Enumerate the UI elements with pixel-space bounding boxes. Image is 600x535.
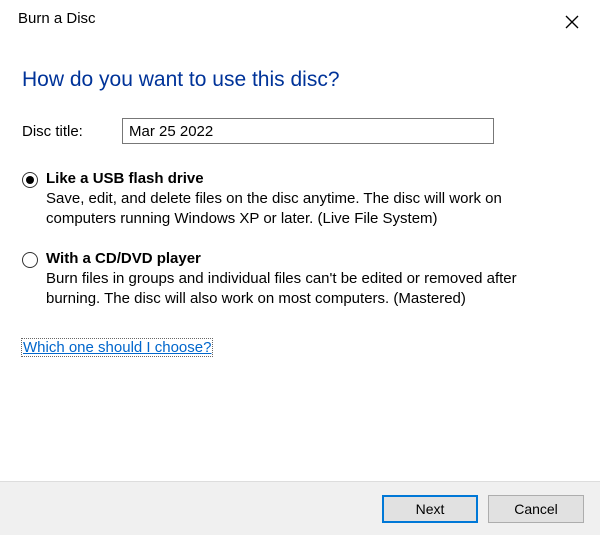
dialog-content: How do you want to use this disc? Disc t… xyxy=(0,38,600,356)
disc-title-input[interactable] xyxy=(122,118,494,144)
next-button[interactable]: Next xyxy=(382,495,478,523)
close-icon xyxy=(565,15,579,33)
close-button[interactable] xyxy=(558,10,586,38)
option-title: Like a USB flash drive xyxy=(46,170,572,187)
page-heading: How do you want to use this disc? xyxy=(22,68,578,92)
option-description: Save, edit, and delete files on the disc… xyxy=(46,189,572,230)
help-link[interactable]: Which one should I choose? xyxy=(22,339,212,356)
option-cd-dvd-player[interactable]: With a CD/DVD player Burn files in group… xyxy=(22,250,578,310)
option-description: Burn files in groups and individual file… xyxy=(46,269,572,310)
dialog-footer: Next Cancel xyxy=(0,481,600,535)
option-title: With a CD/DVD player xyxy=(46,250,572,267)
radio-usb[interactable] xyxy=(22,172,38,188)
titlebar: Burn a Disc xyxy=(0,0,600,38)
disc-title-label: Disc title: xyxy=(22,123,122,140)
option-usb-flash-drive[interactable]: Like a USB flash drive Save, edit, and d… xyxy=(22,170,578,230)
cancel-button[interactable]: Cancel xyxy=(488,495,584,523)
disc-title-row: Disc title: xyxy=(22,118,578,144)
radio-cddvd[interactable] xyxy=(22,252,38,268)
window-title: Burn a Disc xyxy=(18,10,96,27)
